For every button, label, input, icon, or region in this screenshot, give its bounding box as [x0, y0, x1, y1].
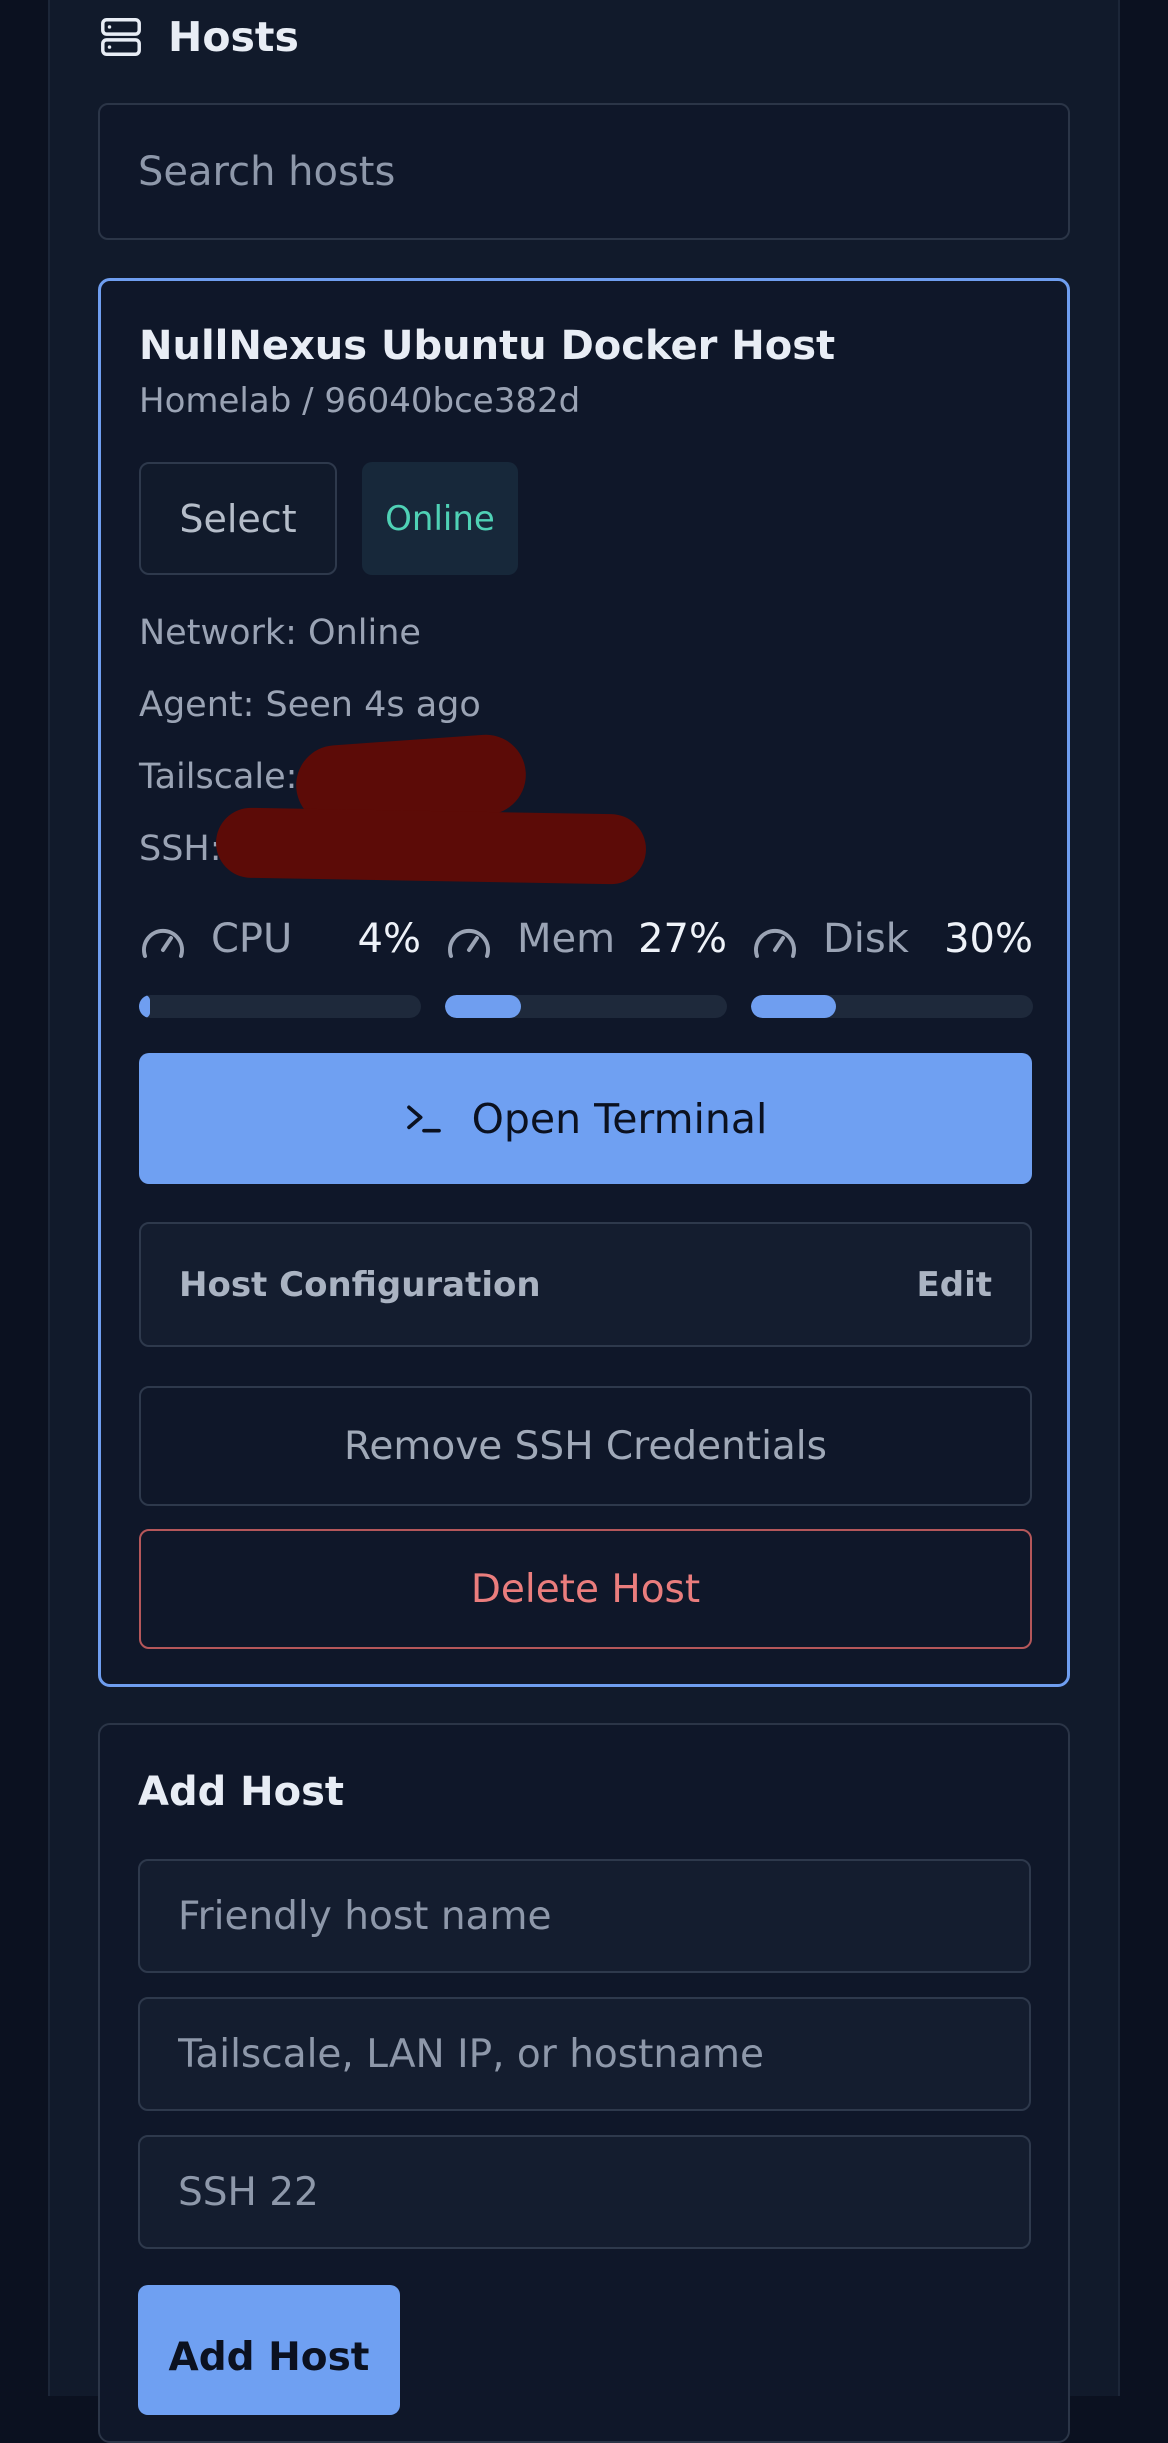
add-host-title: Add Host: [138, 1769, 345, 1815]
metric-value: 4%: [357, 916, 421, 962]
host-name: NullNexus Ubuntu Docker Host: [139, 323, 836, 369]
cpu-progress-fill: [139, 995, 151, 1018]
tailscale-label: Tailscale:: [139, 757, 298, 797]
add-host-button[interactable]: Add Host: [138, 2285, 400, 2415]
search-input[interactable]: [98, 103, 1070, 240]
metric-label: Disk: [823, 916, 909, 962]
metric-label: Mem: [517, 916, 616, 962]
metric-value: 30%: [944, 916, 1033, 962]
host-configuration-row[interactable]: Host Configuration Edit: [139, 1222, 1032, 1347]
terminal-icon: [406, 1105, 441, 1132]
network-status: Network: Online: [139, 613, 421, 653]
gauge-icon: [754, 928, 796, 958]
server-icon: [101, 18, 141, 56]
metric-label: CPU: [211, 916, 293, 962]
disk-progress-fill: [751, 995, 836, 1018]
gauge-icon: [448, 928, 490, 958]
page-title: Hosts: [168, 13, 299, 61]
ssh-label: SSH:: [139, 829, 222, 869]
add-host-card: Add Host Add Host: [98, 1723, 1070, 2443]
open-terminal-button[interactable]: Open Terminal: [139, 1053, 1032, 1184]
hosts-header: Hosts: [98, 8, 299, 66]
remove-ssh-credentials-button[interactable]: Remove SSH Credentials: [139, 1386, 1032, 1506]
gauge-icon: [142, 928, 184, 958]
host-subtitle: Homelab / 96040bce382d: [139, 381, 581, 421]
host-card[interactable]: NullNexus Ubuntu Docker Host Homelab / 9…: [98, 278, 1070, 1687]
delete-host-button[interactable]: Delete Host: [139, 1529, 1032, 1649]
select-button[interactable]: Select: [139, 462, 337, 575]
mem-progress-bar: [445, 995, 727, 1018]
host-address-input[interactable]: [138, 1997, 1031, 2111]
host-name-input[interactable]: [138, 1859, 1031, 1973]
status-badge: Online: [362, 462, 518, 575]
disk-progress-bar: [751, 995, 1033, 1018]
edit-configuration-link[interactable]: Edit: [917, 1265, 992, 1305]
open-terminal-label: Open Terminal: [471, 1094, 768, 1143]
ssh-port-input[interactable]: [138, 2135, 1031, 2249]
cpu-progress-bar: [139, 995, 421, 1018]
host-configuration-title: Host Configuration: [179, 1264, 541, 1305]
redaction-ssh: [215, 807, 647, 885]
agent-status: Agent: Seen 4s ago: [139, 685, 481, 725]
mem-progress-fill: [445, 995, 522, 1018]
metric-value: 27%: [638, 916, 727, 962]
